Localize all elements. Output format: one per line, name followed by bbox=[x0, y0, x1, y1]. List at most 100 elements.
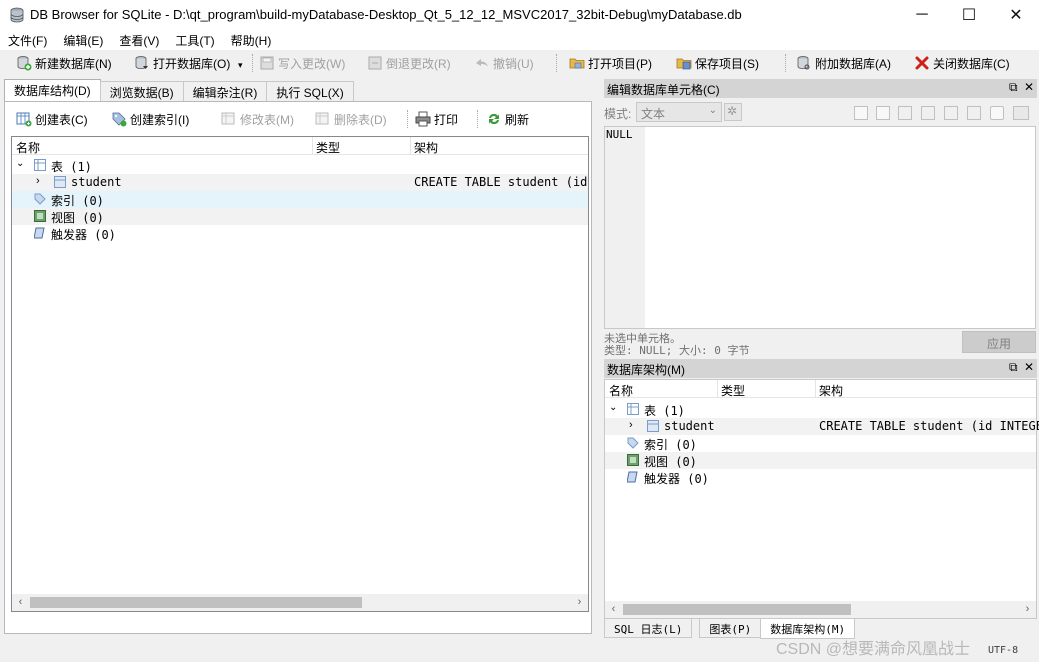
new-database-button[interactable]: 新建数据库(N) bbox=[16, 52, 112, 74]
schema-column-schema[interactable]: 架构 bbox=[819, 382, 843, 399]
tree-row-student[interactable]: › student CREATE TABLE student (id bbox=[12, 174, 588, 191]
dock-float-icon[interactable]: ⧉ bbox=[1009, 360, 1018, 375]
undo-arrow-icon bbox=[474, 55, 490, 71]
export-icon[interactable] bbox=[898, 106, 912, 120]
print-label: 打印 bbox=[434, 112, 459, 127]
attach-database-button[interactable]: 附加数据库(A) bbox=[796, 52, 891, 74]
tree-row-views[interactable]: 视图 (0) bbox=[12, 208, 588, 225]
scroll-left-arrow-icon[interactable]: ‹ bbox=[12, 594, 29, 611]
scrollbar-thumb[interactable] bbox=[623, 604, 851, 615]
scrollbar-thumb[interactable] bbox=[30, 597, 362, 608]
evaluate-icon[interactable] bbox=[967, 106, 981, 120]
dock-float-icon[interactable]: ⧉ bbox=[1009, 80, 1018, 95]
view-icon bbox=[627, 454, 639, 469]
database-structure-tree[interactable]: 名称 类型 架构 ⌄ 表 (1) › student CREATE TABLE … bbox=[11, 136, 589, 612]
word-wrap-icon[interactable] bbox=[876, 106, 890, 120]
expand-chevron-icon[interactable]: › bbox=[36, 175, 40, 187]
open-project-folder-icon bbox=[569, 55, 585, 71]
modify-table-label: 修改表(M) bbox=[240, 112, 294, 127]
menu-help[interactable]: 帮助(H) bbox=[223, 30, 280, 50]
mode-select[interactable]: 文本 ⌄ bbox=[636, 102, 722, 122]
write-changes-button[interactable]: 写入更改(W) bbox=[259, 52, 345, 74]
set-null-icon[interactable] bbox=[944, 106, 958, 120]
import-file-icon[interactable] bbox=[854, 106, 868, 120]
close-database-button[interactable]: 关闭数据库(C) bbox=[914, 52, 1010, 74]
menu-file[interactable]: 文件(F) bbox=[0, 30, 55, 50]
print-button[interactable]: 打印 bbox=[415, 109, 458, 129]
delete-table-label: 删除表(D) bbox=[334, 112, 387, 127]
scroll-left-arrow-icon[interactable]: ‹ bbox=[605, 601, 622, 618]
write-changes-icon bbox=[259, 55, 275, 71]
schema-tree[interactable]: 名称 类型 架构 ⌄ 表 (1) › student CREATE TABLE … bbox=[604, 379, 1039, 619]
tree-row-triggers[interactable]: 触发器 (0) bbox=[12, 225, 588, 242]
create-table-button[interactable]: 创建表(C) bbox=[16, 109, 88, 129]
view-icon bbox=[34, 210, 46, 225]
index-tag-icon bbox=[34, 193, 46, 208]
schema-tables-label: 表 (1) bbox=[644, 404, 685, 418]
import-icon[interactable] bbox=[921, 106, 935, 120]
collapse-chevron-icon[interactable]: ⌄ bbox=[16, 158, 24, 169]
column-divider bbox=[815, 380, 816, 398]
apply-label: 应用 bbox=[986, 337, 1011, 351]
menu-tools[interactable]: 工具(T) bbox=[167, 30, 222, 50]
column-header-schema[interactable]: 架构 bbox=[414, 139, 438, 156]
modify-table-button[interactable]: 修改表(M) bbox=[221, 109, 294, 129]
close-database-label: 关闭数据库(C) bbox=[933, 56, 1010, 71]
schema-row-triggers[interactable]: 触发器 (0) bbox=[605, 469, 1036, 486]
undo-button[interactable]: 撤销(U) bbox=[474, 52, 534, 74]
auto-switch-mode-button[interactable]: ✲ bbox=[724, 103, 742, 121]
attach-database-icon bbox=[796, 55, 812, 71]
minimize-button[interactable]: ─ bbox=[899, 0, 945, 30]
column-header-name[interactable]: 名称 bbox=[16, 139, 40, 156]
tab-browse-data[interactable]: 浏览数据(B) bbox=[99, 81, 184, 101]
tab-database-structure[interactable]: 数据库结构(D) bbox=[4, 79, 101, 101]
new-database-label: 新建数据库(N) bbox=[35, 56, 112, 71]
save-project-button[interactable]: 保存项目(S) bbox=[676, 52, 759, 74]
close-window-button[interactable]: ✕ bbox=[993, 0, 1039, 30]
tab-plot[interactable]: 图表(P) bbox=[699, 619, 762, 638]
revert-changes-button[interactable]: 倒退更改(R) bbox=[367, 52, 451, 74]
tree-horizontal-scrollbar[interactable]: ‹ › bbox=[12, 594, 588, 611]
open-database-dropdown-arrow[interactable]: ▾ bbox=[238, 60, 243, 71]
create-index-button[interactable]: 创建索引(I) bbox=[111, 109, 189, 129]
modify-table-icon bbox=[221, 111, 237, 127]
schema-tree-header: 名称 类型 架构 bbox=[605, 380, 1036, 398]
dock-close-icon[interactable]: ✕ bbox=[1024, 360, 1034, 374]
create-table-icon bbox=[16, 111, 32, 127]
maximize-button[interactable]: ☐ bbox=[946, 0, 992, 30]
cell-content-text: NULL bbox=[606, 128, 633, 141]
schema-row-tables[interactable]: ⌄ 表 (1) bbox=[605, 401, 1036, 418]
scroll-right-arrow-icon[interactable]: › bbox=[571, 594, 588, 611]
tree-row-tables[interactable]: ⌄ 表 (1) bbox=[12, 157, 588, 174]
menu-edit[interactable]: 编辑(E) bbox=[55, 30, 111, 50]
delete-table-button[interactable]: 删除表(D) bbox=[315, 109, 387, 129]
print-cell-icon[interactable] bbox=[1013, 106, 1029, 120]
column-divider bbox=[717, 380, 718, 398]
schema-row-indices[interactable]: 索引 (0) bbox=[605, 435, 1036, 452]
schema-column-name[interactable]: 名称 bbox=[609, 382, 633, 399]
record-icon[interactable] bbox=[990, 106, 1004, 120]
cell-editor-textarea[interactable]: NULL bbox=[604, 126, 1036, 329]
tab-edit-pragmas[interactable]: 编辑杂注(R) bbox=[182, 81, 268, 101]
refresh-button[interactable]: 刷新 bbox=[486, 109, 529, 129]
open-database-button[interactable]: 打开数据库(O) bbox=[134, 52, 230, 74]
dock-close-icon[interactable]: ✕ bbox=[1024, 80, 1034, 94]
schema-row-student[interactable]: › student CREATE TABLE student (id INTEG… bbox=[605, 418, 1039, 435]
open-project-button[interactable]: 打开项目(P) bbox=[569, 52, 652, 74]
scroll-right-arrow-icon[interactable]: › bbox=[1019, 601, 1036, 618]
column-header-type[interactable]: 类型 bbox=[316, 139, 340, 156]
tab-execute-sql[interactable]: 执行 SQL(X) bbox=[266, 81, 354, 101]
student-table-name: student bbox=[71, 175, 122, 189]
apply-button[interactable]: 应用 bbox=[962, 331, 1036, 353]
schema-horizontal-scrollbar[interactable]: ‹ › bbox=[605, 601, 1036, 618]
tree-row-indices[interactable]: 索引 (0) bbox=[12, 191, 588, 208]
structure-toolbar: 创建表(C) 创建索引(I) 修改表(M) 删除表(D) 打印 刷新 bbox=[5, 102, 591, 134]
schema-row-views[interactable]: 视图 (0) bbox=[605, 452, 1036, 469]
expand-chevron-icon[interactable]: › bbox=[629, 419, 633, 431]
menu-view[interactable]: 查看(V) bbox=[111, 30, 167, 50]
column-divider bbox=[410, 137, 411, 155]
schema-column-type[interactable]: 类型 bbox=[721, 382, 745, 399]
save-project-label: 保存项目(S) bbox=[695, 56, 759, 71]
collapse-chevron-icon[interactable]: ⌄ bbox=[609, 402, 617, 413]
tab-sql-log[interactable]: SQL 日志(L) bbox=[604, 619, 693, 638]
